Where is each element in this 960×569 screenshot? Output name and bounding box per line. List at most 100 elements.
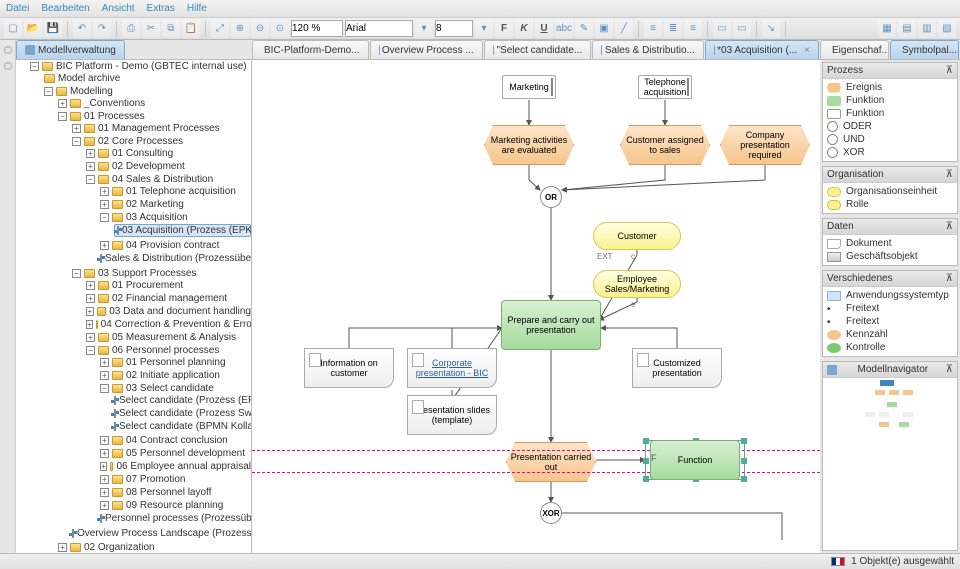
palette-funktion2[interactable]: Funktion: [825, 107, 955, 120]
align-right-button[interactable]: ≡: [684, 20, 702, 38]
copy-button[interactable]: ⧉: [162, 20, 180, 38]
event-presentation-carried[interactable]: Presentation carried out: [506, 442, 596, 482]
tree-pers-dia[interactable]: Personnel processes (Prozessübersicht (W…: [100, 512, 251, 525]
tree-salesdist[interactable]: −04 Sales & Distribution +01 Telephone a…: [86, 173, 251, 266]
tree-procurement[interactable]: +01 Procurement: [86, 279, 251, 292]
tree-selcand-epk[interactable]: Select candidate (Prozess (EPK)): [114, 394, 251, 407]
event-customer-assigned[interactable]: Customer assigned to sales: [620, 125, 710, 165]
tree-conventions[interactable]: +_Conventions: [58, 97, 251, 110]
diagram-canvas[interactable]: Marketing Telephone acquisition Marketin…: [252, 60, 820, 553]
tree-provision[interactable]: +04 Provision contract: [100, 239, 251, 252]
org-customer[interactable]: Customer: [593, 222, 681, 250]
palette-organisation-header[interactable]: Organisation: [827, 169, 884, 180]
align-left-button[interactable]: ≡: [644, 20, 662, 38]
doc-customized-presentation[interactable]: Customized presentation: [632, 348, 722, 388]
layout-button-2[interactable]: ▤: [898, 20, 916, 38]
tab-select-candidate[interactable]: "Select candidate...: [484, 40, 592, 59]
tab-03-acquisition[interactable]: *03 Acquisition (...×: [705, 40, 819, 59]
new-button[interactable]: ▢: [4, 20, 22, 38]
tree-layoff[interactable]: +08 Personnel layoff: [100, 486, 251, 499]
palette-orgeinheit[interactable]: Organisationseinheit: [825, 185, 955, 198]
palette-daten-header[interactable]: Daten: [827, 221, 854, 232]
tree-salesdist-dia[interactable]: Sales & Distribution (Prozessübersicht (…: [100, 252, 251, 265]
cut-button[interactable]: ✂: [142, 20, 160, 38]
activity-dot-2[interactable]: [4, 62, 12, 70]
fillcolor-button[interactable]: ▣: [595, 20, 613, 38]
menu-view[interactable]: Ansicht: [102, 3, 135, 14]
palette-dokument[interactable]: Dokument: [825, 237, 955, 250]
connector-xor[interactable]: XOR: [540, 502, 562, 524]
tree-consulting[interactable]: +01 Consulting: [86, 147, 251, 160]
activity-dot-1[interactable]: [4, 46, 12, 54]
tree-processes[interactable]: −01 Processes +01 Management Processes −…: [58, 110, 251, 541]
tree-datadoc[interactable]: +03 Data and document handling: [86, 305, 251, 318]
palette-freitext2[interactable]: •Freitext: [825, 315, 955, 328]
send-back-button[interactable]: ▭: [733, 20, 751, 38]
terminal-marketing[interactable]: Marketing: [502, 75, 556, 99]
pin-icon[interactable]: ⊼: [946, 65, 953, 76]
zoom-select[interactable]: [291, 20, 343, 37]
doc-slides-template[interactable]: Presentation slides (template): [407, 395, 497, 435]
tree-mgmt[interactable]: +01 Management Processes: [72, 122, 251, 135]
close-tab-icon[interactable]: ×: [804, 45, 810, 56]
tree-personnel[interactable]: −06 Personnel processes +01 Personnel pl…: [86, 344, 251, 526]
save-button[interactable]: 💾: [44, 20, 62, 38]
bold-button[interactable]: F: [495, 20, 513, 38]
palette-kennzahl[interactable]: Kennzahl: [825, 328, 955, 341]
italic-button[interactable]: K: [515, 20, 533, 38]
org-employee[interactable]: Employee Sales/Marketing: [593, 270, 681, 298]
highlight-button[interactable]: ✎: [575, 20, 593, 38]
underline-button[interactable]: U: [535, 20, 553, 38]
print-button[interactable]: ⎙: [122, 20, 140, 38]
tree-root[interactable]: −BIC Platform - Demo (GBTEC internal use…: [30, 60, 251, 553]
layout-button-3[interactable]: ▥: [918, 20, 936, 38]
palette-xor[interactable]: XOR: [825, 146, 955, 159]
doc-info-customer[interactable]: Information on customer: [304, 348, 394, 388]
tree-selcand-swim[interactable]: Select candidate (Prozess Swimlane horiz…: [114, 407, 251, 420]
tree-telacq[interactable]: +01 Telephone acquisition: [100, 185, 251, 198]
tab-modellverwaltung[interactable]: Modellverwaltung: [16, 40, 125, 59]
tab-bic-platform-demo[interactable]: BIC-Platform-Demo...: [252, 40, 369, 59]
tree-contract[interactable]: +04 Contract conclusion: [100, 434, 251, 447]
redo-button[interactable]: ↷: [93, 20, 111, 38]
paste-button[interactable]: 📋: [182, 20, 200, 38]
pin-icon[interactable]: ⊼: [946, 169, 953, 180]
connector-or[interactable]: OR: [540, 186, 562, 208]
tree-org[interactable]: +02 Organization: [58, 541, 251, 553]
connector-button[interactable]: ↘: [762, 20, 780, 38]
tree-promo[interactable]: +07 Promotion: [100, 473, 251, 486]
tab-symbol-palette[interactable]: Symbolpal...: [890, 40, 959, 59]
font-dropdown-button[interactable]: ▾: [415, 20, 433, 38]
zoom-out-button[interactable]: ⊖: [251, 20, 269, 38]
open-button[interactable]: 📂: [24, 20, 42, 38]
fontsize-dropdown-button[interactable]: ▾: [475, 20, 493, 38]
fontcolor-button[interactable]: abc: [555, 20, 573, 38]
palette-oder[interactable]: ODER: [825, 120, 955, 133]
tree-persplan[interactable]: +01 Personnel planning: [100, 356, 251, 369]
palette-rolle[interactable]: Rolle: [825, 198, 955, 211]
menu-file[interactable]: Datei: [6, 3, 29, 14]
menu-help[interactable]: Hilfe: [187, 3, 207, 14]
pin-icon[interactable]: ⊼: [946, 364, 953, 375]
tree-marketing[interactable]: +02 Marketing: [100, 198, 251, 211]
palette-freitext1[interactable]: •Freitext: [825, 302, 955, 315]
palette-ereignis[interactable]: Ereignis: [825, 81, 955, 94]
linecolor-button[interactable]: ╱: [615, 20, 633, 38]
palette-anwend[interactable]: Anwendungssystemtyp: [825, 289, 955, 302]
tree-correction[interactable]: +04 Correction & Prevention & Error: [86, 318, 251, 331]
palette-kontrolle[interactable]: Kontrolle: [825, 341, 955, 354]
doc-corp-presentation[interactable]: Corporate presentation - BIC: [407, 348, 497, 388]
event-company-presentation[interactable]: Company presentation required: [720, 125, 810, 165]
zoom-fit-button[interactable]: ⤢: [211, 20, 229, 38]
tree-selcand[interactable]: −03 Select candidate Select candidate (P…: [100, 382, 251, 434]
pin-icon[interactable]: ⊼: [946, 273, 953, 284]
palette-prozess-header[interactable]: Prozess: [827, 65, 863, 76]
model-tree-panel[interactable]: −BIC Platform - Demo (GBTEC internal use…: [16, 60, 252, 553]
layout-button-4[interactable]: ▧: [938, 20, 956, 38]
minimap[interactable]: [823, 378, 957, 438]
tree-acq-dia[interactable]: 03 Acquisition (Prozess (EPK)): [114, 223, 251, 238]
function-prepare-presentation[interactable]: Prepare and carry out presentation: [501, 300, 601, 350]
tree-selcand-bpmn[interactable]: Select candidate (BPMN Kollaborationsdia…: [114, 420, 251, 433]
undo-button[interactable]: ↶: [73, 20, 91, 38]
tree-finance[interactable]: +02 Financial management: [86, 292, 251, 305]
